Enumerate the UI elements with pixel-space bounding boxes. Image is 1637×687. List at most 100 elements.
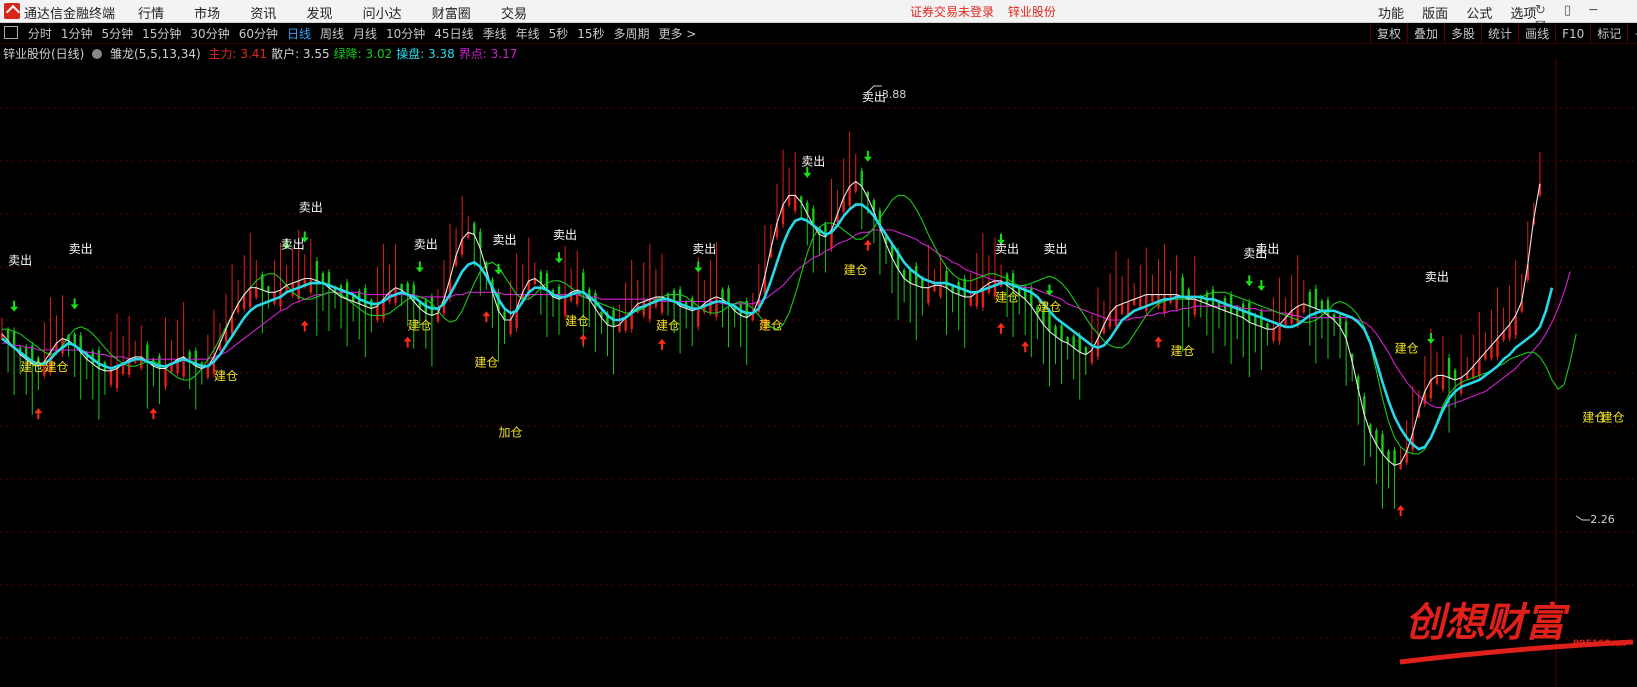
candle-body — [473, 223, 476, 235]
candle-body — [1314, 288, 1318, 309]
candle-body — [321, 273, 325, 284]
menu-item-ask[interactable]: 问小达 — [363, 7, 402, 22]
login-status-link[interactable]: 证券交易未登录 — [910, 5, 994, 19]
period-toolbar: 分时 1分钟 5分钟 15分钟 30分钟 60分钟 日线 周线 月线 10分钟 45日线 季线 年线 5秒… — [0, 23, 1637, 44]
signal-label: 加仓 — [499, 426, 523, 440]
indicator-label-1: 散户: — [271, 47, 303, 61]
period-tab-1[interactable]: 1分钟 — [61, 27, 93, 41]
period-tab-0[interactable]: 分时 — [28, 27, 52, 41]
candle-body — [1054, 326, 1057, 337]
signal-label: 卖出 — [553, 228, 577, 242]
price-chart[interactable]: 卖出卖出卖出卖出卖出卖出卖出卖出卖出卖出卖出卖出卖出卖出卖出卖出建仓建仓建仓建仓… — [0, 60, 1637, 687]
buy-arrow-icon — [403, 336, 412, 348]
menu-item-market[interactable]: 市场 — [194, 7, 220, 22]
menu-item-functions[interactable]: 功能 — [1378, 7, 1404, 22]
candle-body — [109, 370, 113, 385]
candle-body — [1163, 294, 1166, 313]
candle-body — [1278, 324, 1281, 342]
buy-arrow-icon — [149, 408, 158, 420]
indicator-name[interactable]: 雏龙(5,5,13,34) — [110, 47, 201, 61]
candle-body — [545, 273, 549, 290]
menu-item-formula[interactable]: 公式 — [1466, 7, 1492, 22]
buy-arrow-icon — [1396, 505, 1405, 517]
period-tab-5[interactable]: 60分钟 — [239, 27, 278, 41]
candle-body — [1145, 294, 1148, 312]
sell-arrow-icon — [803, 166, 812, 178]
candle-body — [164, 368, 167, 387]
menu-item-news[interactable]: 资讯 — [250, 7, 276, 22]
chart-tool-6[interactable]: 标记 — [1590, 23, 1627, 44]
candle-body — [1060, 325, 1063, 341]
app-logo-icon — [4, 3, 20, 19]
candle-body — [1120, 303, 1124, 314]
indicator-value-3: 3.38 — [428, 47, 455, 61]
candle-body — [582, 272, 585, 293]
period-tab-15[interactable]: 多周期 — [614, 27, 650, 41]
signal-label: 建仓 — [565, 314, 589, 328]
chart-tool-4[interactable]: 画线 — [1518, 23, 1555, 44]
period-tab-11[interactable]: 季线 — [483, 27, 507, 41]
buy-arrow-icon — [34, 408, 43, 420]
candle-body — [1326, 299, 1330, 316]
candle-body — [697, 308, 700, 327]
period-tab-9[interactable]: 10分钟 — [386, 27, 425, 41]
signal-label: 建仓 — [995, 291, 1019, 305]
period-tab-8[interactable]: 月线 — [353, 27, 377, 41]
period-tab-3[interactable]: 15分钟 — [142, 27, 181, 41]
period-tab-6[interactable]: 日线 — [287, 27, 311, 41]
svg-text:995168.cn: 995168.cn — [1573, 639, 1626, 649]
menu-item-options[interactable]: 选项 — [1510, 7, 1536, 22]
indicator-label-0: 主力: — [208, 47, 241, 61]
period-tab-2[interactable]: 5分钟 — [101, 27, 133, 41]
period-tab-13[interactable]: 5秒 — [549, 27, 569, 41]
period-tab-7[interactable]: 周线 — [320, 27, 344, 41]
stock-period-label: 锌业股份(日线) — [3, 47, 85, 61]
chart-tool-1[interactable]: 叠加 — [1407, 23, 1444, 44]
refresh-icon[interactable]: ↻ — [1535, 3, 1546, 18]
menu-item-layout[interactable]: 版面 — [1422, 7, 1448, 22]
indicator-settings-icon[interactable] — [92, 49, 103, 59]
period-tab-16[interactable]: 更多 > — [659, 27, 697, 41]
signal-label: 卖出 — [1043, 242, 1067, 256]
candle-body — [364, 287, 367, 307]
current-stock-name[interactable]: 锌业股份 — [1008, 5, 1056, 19]
indicator-label-3: 操盘: — [396, 47, 429, 61]
signal-label: 建仓 — [844, 263, 868, 277]
candle-body — [848, 186, 851, 206]
candle-body — [1272, 329, 1275, 341]
chart-tool-7[interactable]: +自 — [1627, 23, 1637, 44]
buy-arrow-icon — [482, 311, 491, 323]
candle-body — [255, 287, 258, 298]
period-tab-4[interactable]: 30分钟 — [190, 27, 229, 41]
chart-tool-0[interactable]: 复权 — [1370, 23, 1407, 44]
layout-toggle-icon[interactable] — [4, 26, 18, 39]
phone-icon[interactable]: ▯ — [1564, 3, 1571, 18]
minimize-icon[interactable]: ─ — [1589, 3, 1597, 18]
candle-body — [563, 296, 567, 316]
indicator-value-2: 3.02 — [365, 47, 393, 61]
chart-tool-2[interactable]: 多股 — [1444, 23, 1481, 44]
candle-body — [945, 270, 948, 288]
signal-label: 卖出 — [414, 237, 438, 251]
menu-item-quotes[interactable]: 行情 — [138, 7, 164, 22]
menu-item-trade[interactable]: 交易 — [501, 7, 527, 22]
chart-tool-5[interactable]: F10 — [1555, 25, 1590, 43]
candle-body — [1496, 338, 1499, 357]
candle-body — [1508, 324, 1511, 339]
buy-arrow-icon — [1154, 336, 1163, 348]
period-tab-14[interactable]: 15秒 — [577, 27, 604, 41]
chart-tool-3[interactable]: 统计 — [1481, 23, 1518, 44]
candle-body — [963, 278, 966, 297]
period-tab-12[interactable]: 年线 — [516, 27, 540, 41]
candle-body — [1447, 358, 1451, 378]
period-tab-10[interactable]: 45日线 — [434, 27, 473, 41]
candle-body — [1072, 336, 1075, 348]
signal-label: 卖出 — [281, 237, 305, 251]
indicator-label-4: 界点: — [458, 47, 491, 61]
signal-label: 卖出 — [1425, 270, 1449, 284]
sell-arrow-icon — [1245, 275, 1254, 287]
menu-item-wealth-circle[interactable]: 财富圈 — [432, 7, 471, 22]
candle-body — [618, 324, 621, 332]
menu-item-discover[interactable]: 发现 — [306, 7, 332, 22]
candle-body — [939, 285, 942, 297]
